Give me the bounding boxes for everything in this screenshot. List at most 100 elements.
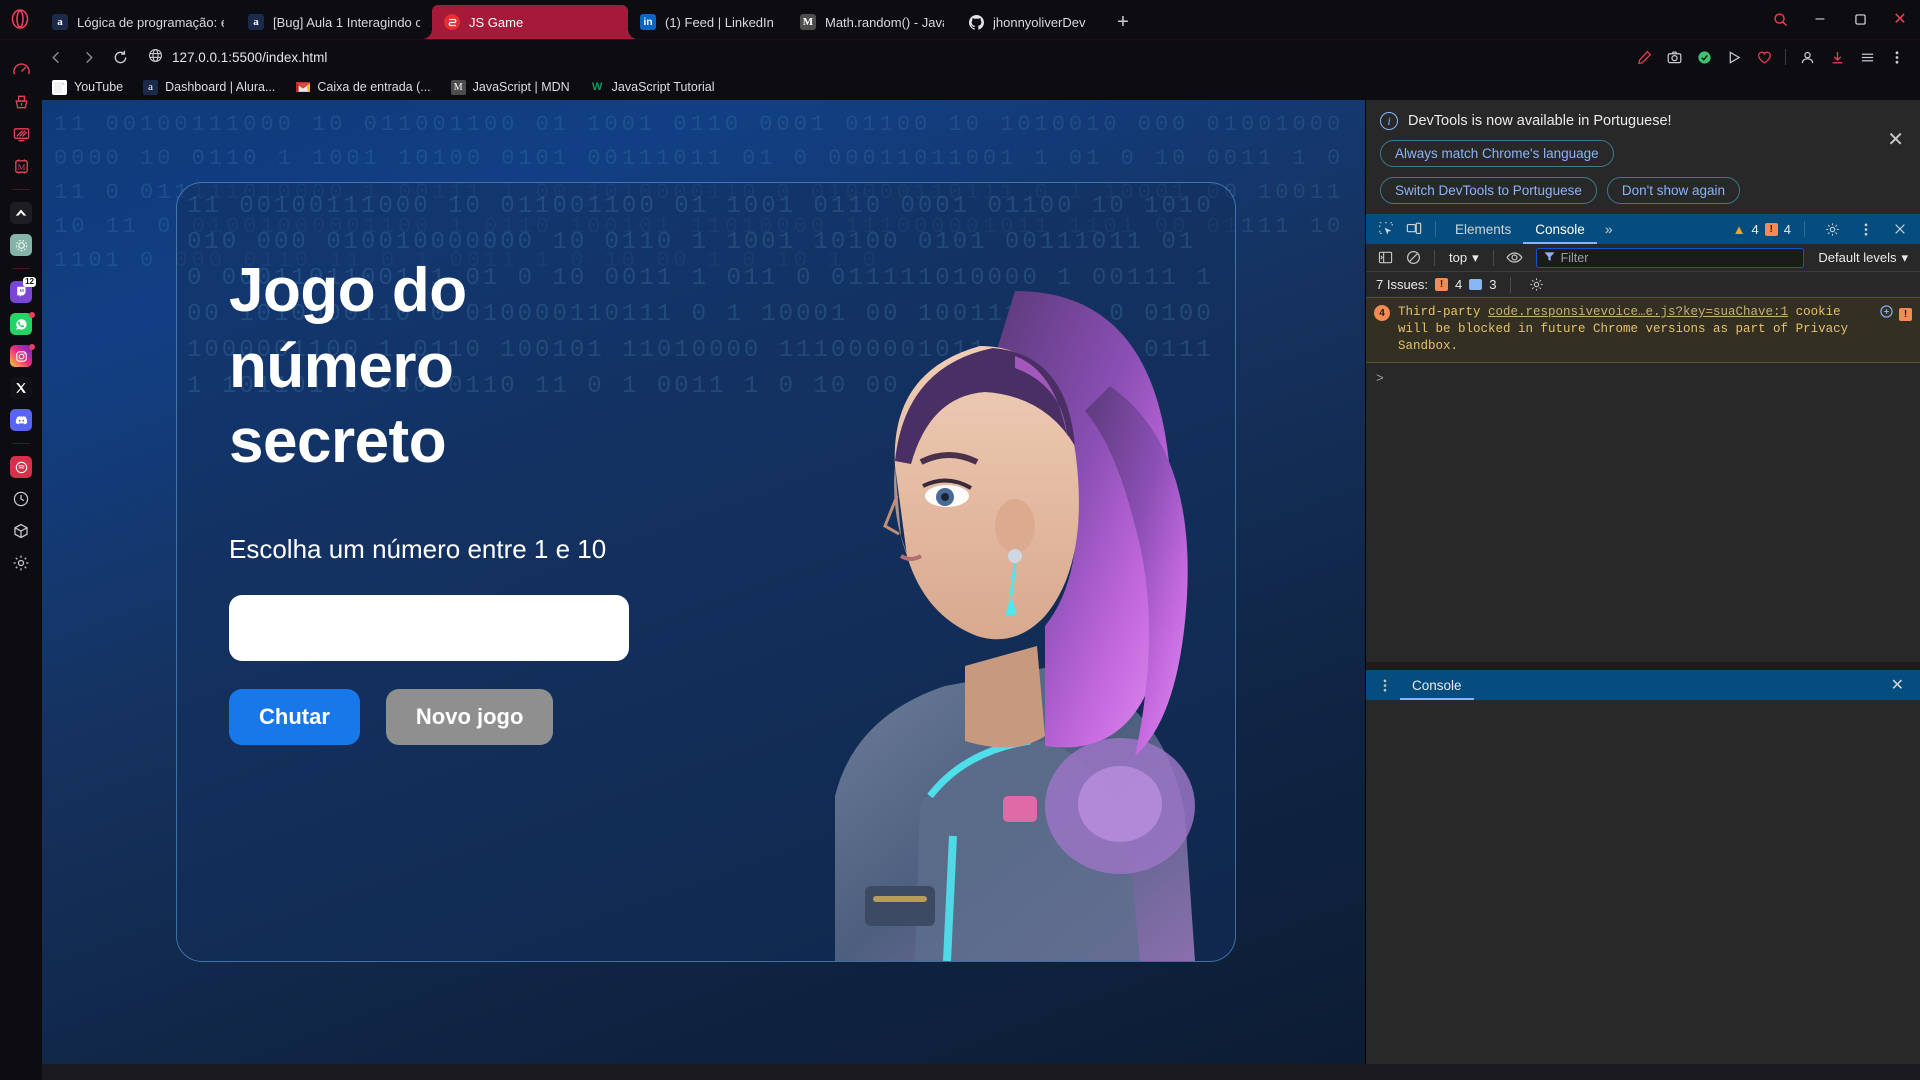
issue-info-count: 3 [1489, 277, 1497, 292]
tab-4[interactable]: M Math.random() - JavaScrip [788, 5, 956, 39]
sidebar-item-spotify[interactable] [0, 451, 42, 483]
linkedin-icon: in [640, 14, 656, 30]
forward-button-icon[interactable] [74, 43, 102, 71]
execution-context-select[interactable]: top ▾ [1443, 250, 1485, 266]
console-filter-input[interactable]: Filter [1535, 247, 1805, 268]
close-drawer-icon[interactable]: ✕ [1881, 675, 1914, 695]
sidebar-item-cleaner[interactable] [0, 86, 42, 118]
device-toolbar-icon[interactable] [1400, 216, 1428, 242]
tab-1[interactable]: a [Bug] Aula 1 Interagindo co [236, 5, 432, 39]
drawer-tab-console[interactable]: Console [1400, 670, 1474, 700]
chevron-down-icon: ▾ [1472, 249, 1479, 265]
console-warning-message[interactable]: 4 Third-party code.responsivevoice…e.js?… [1366, 298, 1920, 363]
maximize-button[interactable] [1840, 0, 1880, 39]
tab-label: JS Game [469, 14, 524, 30]
switch-to-portuguese-button[interactable]: Switch DevTools to Portuguese [1380, 177, 1597, 204]
settings-gear-icon[interactable] [1818, 216, 1846, 242]
source-link[interactable]: code.responsivevoice…e.js?key=suaChave:1 [1488, 305, 1788, 319]
console-output[interactable]: 4 Third-party code.responsivevoice…e.js?… [1366, 298, 1920, 662]
sidebar-item-history[interactable] [0, 483, 42, 515]
devtools-language-banner: i DevTools is now available in Portugues… [1366, 100, 1920, 214]
bookmark-gmail-inbox[interactable]: Caixa de entrada (... [285, 76, 440, 98]
console-sidebar-toggle-icon[interactable] [1372, 246, 1398, 270]
sidebar-divider [12, 189, 30, 190]
menu-hamburger-icon[interactable] [1854, 44, 1880, 70]
vpn-shield-icon[interactable] [1691, 44, 1717, 70]
tab-2-active[interactable]: JS Game [422, 5, 638, 39]
novo-jogo-button[interactable]: Novo jogo [385, 688, 554, 745]
bookmark-label: Dashboard | Alura... [165, 80, 276, 94]
chutar-button[interactable]: Chutar [229, 688, 360, 745]
more-tabs-icon[interactable]: » [1597, 221, 1621, 237]
warning-text-before: Third-party [1398, 305, 1489, 319]
always-match-language-button[interactable]: Always match Chrome's language [1380, 140, 1614, 167]
url-omnibox[interactable]: 127.0.0.1:5500/index.html [138, 44, 1627, 70]
camera-icon[interactable] [1661, 44, 1687, 70]
issue-link-icon[interactable] [1880, 305, 1893, 323]
guess-input[interactable] [229, 594, 629, 661]
dont-show-again-button[interactable]: Don't show again [1606, 177, 1741, 204]
sidebar-item-aria[interactable] [0, 197, 42, 229]
more-options-icon[interactable] [1884, 44, 1910, 70]
bookmark-youtube[interactable]: YouTube [42, 76, 133, 98]
tab-elements[interactable]: Elements [1443, 214, 1523, 244]
sidebar-item-speed-dial[interactable] [0, 54, 42, 86]
opera-gx-logo[interactable] [0, 0, 40, 39]
edit-icon[interactable] [1631, 44, 1657, 70]
log-levels-select[interactable]: Default levels ▾ [1812, 250, 1914, 266]
tab-bar: a Lógica de programação: e a [Bug] Aula … [0, 0, 1920, 40]
os-taskbar [0, 1064, 1920, 1080]
alura-icon: a [143, 79, 159, 95]
sidebar-item-gx-corner[interactable] [0, 229, 42, 261]
live-expression-eye-icon[interactable] [1502, 246, 1528, 270]
warning-triangle-icon: ▲ [1732, 221, 1746, 237]
close-devtools-icon[interactable] [1886, 216, 1914, 242]
tab-0[interactable]: a Lógica de programação: e [40, 5, 236, 39]
downloads-icon[interactable] [1824, 44, 1850, 70]
w3schools-icon: W [591, 81, 603, 93]
drawer-more-options-icon[interactable] [1372, 673, 1398, 697]
opera-aria-icon [10, 202, 32, 224]
sidebar-item-messenger[interactable]: M [0, 150, 42, 182]
sidebar-item-instagram[interactable] [0, 340, 42, 372]
bookmark-alura-dashboard[interactable]: a Dashboard | Alura... [133, 76, 285, 98]
filter-icon [1544, 251, 1555, 265]
close-banner-icon[interactable]: ✕ [1887, 130, 1904, 150]
clear-console-icon[interactable] [1400, 246, 1426, 270]
bookmark-mdn-javascript[interactable]: M JavaScript | MDN [441, 76, 580, 98]
close-window-button[interactable]: ✕ [1880, 0, 1920, 39]
error-count: 4 [1783, 221, 1791, 237]
issues-count-label: 7 Issues: [1376, 277, 1429, 292]
sidebar-item-extensions[interactable] [0, 515, 42, 547]
sidebar-item-x-twitter[interactable] [0, 372, 42, 404]
sidebar-item-flow[interactable] [0, 118, 42, 150]
inspect-element-icon[interactable] [1372, 216, 1400, 242]
reload-button-icon[interactable] [106, 43, 134, 71]
warning-count: 4 [1751, 221, 1759, 237]
tab-5[interactable]: jhonnyoliverDev [956, 5, 1106, 39]
drawer-content-area [1366, 700, 1920, 1064]
drawer-separator[interactable] [1366, 662, 1920, 670]
sidebar-item-whatsapp[interactable] [0, 308, 42, 340]
game-instruction-text: Escolha um número entre 1 e 10 [229, 533, 607, 564]
address-bar-actions [1631, 44, 1910, 70]
sidebar-item-discord[interactable] [0, 404, 42, 436]
back-button-icon[interactable] [42, 43, 70, 71]
minimize-button[interactable]: – [1800, 0, 1840, 39]
tab-3[interactable]: in (1) Feed | LinkedIn [628, 5, 788, 39]
player-icon[interactable] [1721, 44, 1747, 70]
console-input-prompt[interactable]: > [1366, 363, 1920, 394]
profile-avatar-icon[interactable] [1794, 44, 1820, 70]
sidebar-item-settings[interactable] [0, 547, 42, 579]
tab-console[interactable]: Console [1523, 214, 1597, 244]
bookmark-w3schools-tutorial[interactable]: W JavaScript Tutorial [580, 76, 725, 98]
console-settings-gear-icon[interactable] [1524, 273, 1550, 297]
heart-icon[interactable] [1751, 44, 1777, 70]
issues-summary-bar[interactable]: 7 Issues: ! 4 3 [1366, 272, 1920, 298]
sidebar-item-twitch[interactable]: 12 [0, 276, 42, 308]
new-tab-button[interactable]: + [1106, 5, 1140, 39]
bookmark-label: Caixa de entrada (... [317, 80, 431, 94]
devtools-more-options-icon[interactable] [1852, 216, 1880, 242]
search-icon[interactable] [1760, 0, 1800, 39]
discord-icon [10, 409, 32, 431]
